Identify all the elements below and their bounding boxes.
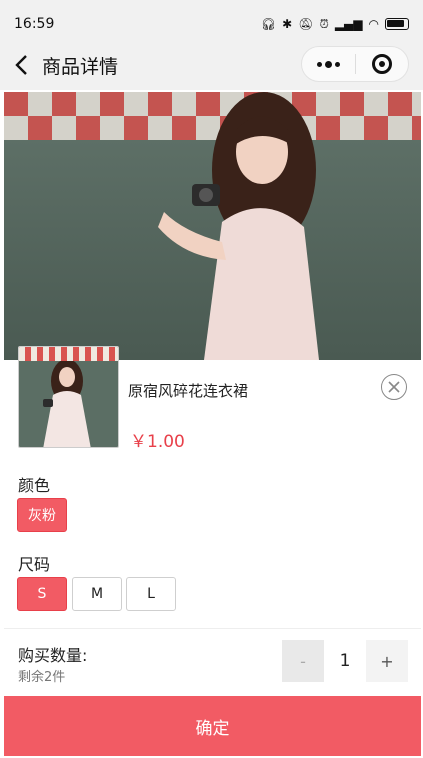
size-label: 尺码 xyxy=(18,555,51,574)
page-title: 商品详情 xyxy=(42,55,119,78)
size-option-m[interactable]: M xyxy=(72,577,122,611)
back-button[interactable] xyxy=(0,40,42,90)
chevron-left-icon xyxy=(15,55,27,75)
thumbnail-figure xyxy=(43,359,91,447)
product-thumbnail xyxy=(18,346,119,448)
headphones-icon: 🎧︎ xyxy=(260,17,277,31)
close-icon xyxy=(388,381,400,393)
size-option-l[interactable]: L xyxy=(126,577,176,611)
alarm-icon: ⏰︎ xyxy=(319,16,329,31)
color-label: 颜色 xyxy=(18,476,51,495)
model-figure xyxy=(158,92,319,360)
mute-icon: 🔕︎ xyxy=(298,17,314,31)
close-button[interactable] xyxy=(381,374,407,400)
stock-remaining: 剩余2件 xyxy=(18,670,66,685)
close-miniprogram-button[interactable] xyxy=(356,47,409,81)
product-price: ￥1.00 xyxy=(130,432,185,452)
size-option-s[interactable]: S xyxy=(17,577,67,611)
bluetooth-icon: ✱ xyxy=(282,17,293,31)
battery-icon xyxy=(385,18,409,30)
signal-icon: ▂▄▆ xyxy=(334,17,363,31)
quantity-label: 购买数量: xyxy=(18,646,88,665)
capsule-menu xyxy=(301,46,409,82)
color-option-huifen[interactable]: 灰粉 xyxy=(17,498,67,532)
target-icon xyxy=(371,54,392,74)
more-dots-icon xyxy=(316,60,340,68)
quantity-value[interactable]: 1 xyxy=(324,640,366,682)
confirm-button[interactable]: 确定 xyxy=(4,696,421,756)
status-icons: 🎧︎ ✱ 🔕︎ ⏰︎ ▂▄▆ ◠ xyxy=(261,17,409,32)
status-time: 16:59 xyxy=(14,16,55,32)
thumbnail-checker xyxy=(19,347,118,361)
nav-bar: 商品详情 xyxy=(0,40,423,90)
quantity-increment-button[interactable]: + xyxy=(366,640,408,682)
more-button[interactable] xyxy=(302,47,355,81)
product-name: 原宿风碎花连衣裙 xyxy=(128,382,249,400)
product-hero-image xyxy=(4,92,421,360)
quantity-decrement-button[interactable]: - xyxy=(282,640,324,682)
wifi-icon: ◠ xyxy=(368,17,379,31)
sku-sheet: 原宿风碎花连衣裙 ￥1.00 颜色 灰粉 尺码 S M L 购买数量: 剩余2件… xyxy=(4,346,421,758)
section-divider xyxy=(4,628,421,629)
